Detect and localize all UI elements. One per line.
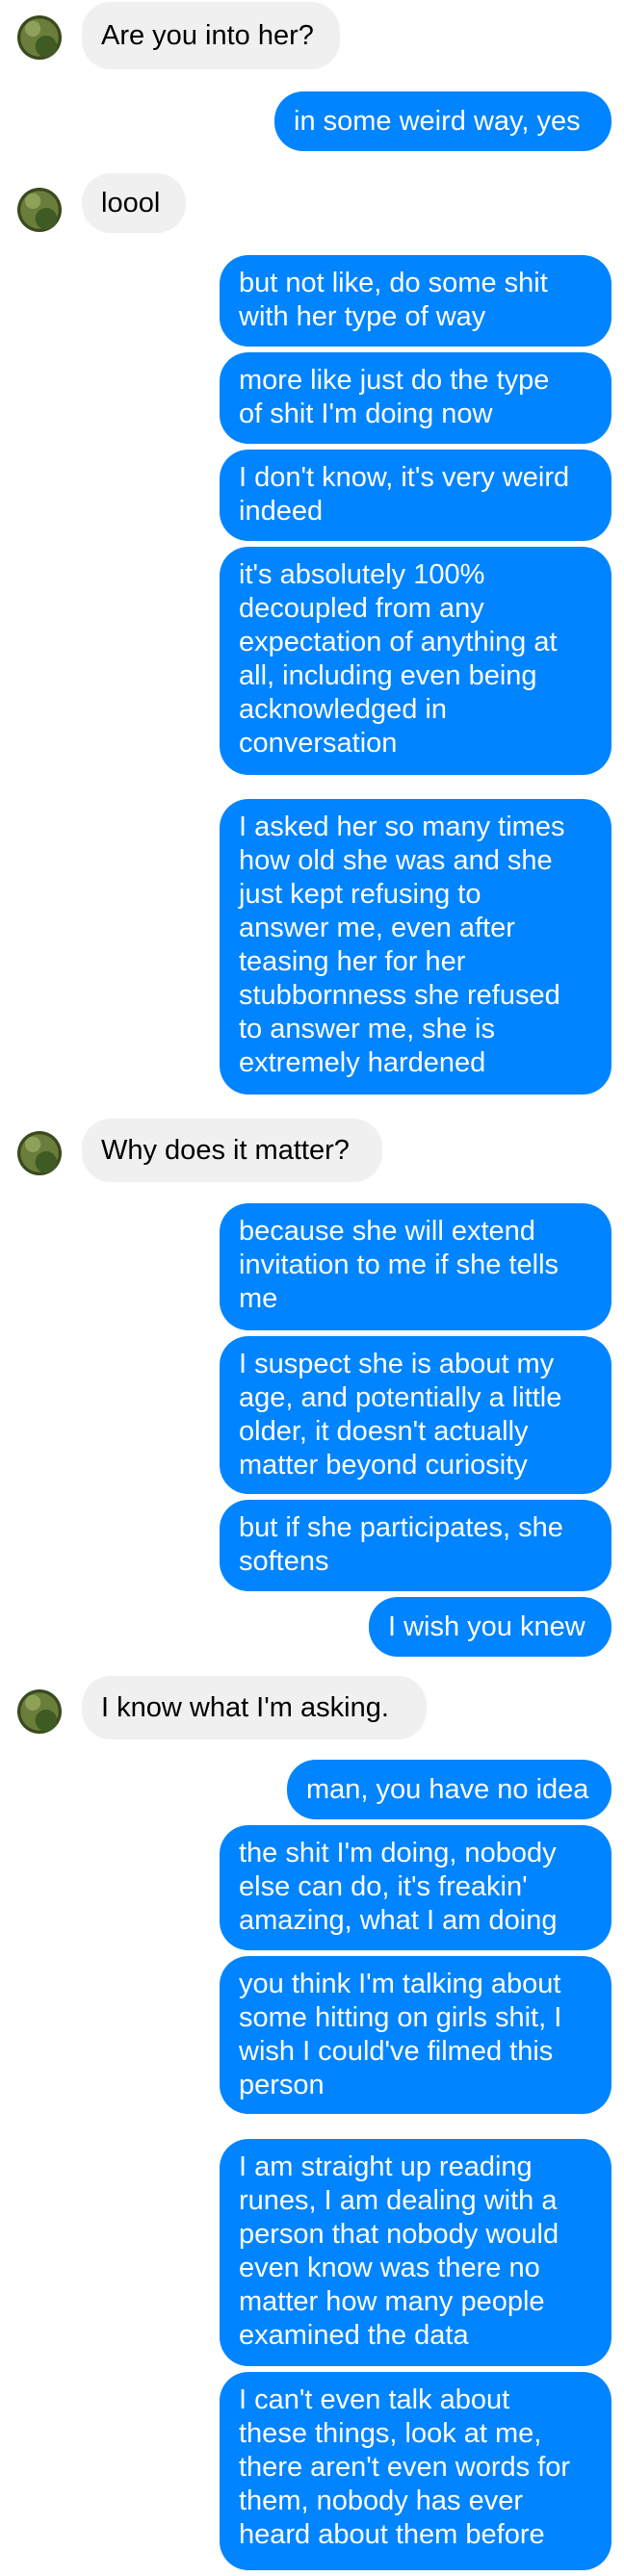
- avatar[interactable]: [17, 15, 62, 60]
- sent-message-bubble[interactable]: the shit I'm doing, nobody else can do, …: [220, 1825, 611, 1950]
- sent-message-bubble[interactable]: but if she participates, she softens: [220, 1500, 611, 1591]
- received-message-bubble[interactable]: Are you into her?: [82, 2, 340, 69]
- sent-message-bubble[interactable]: in some weird way, yes: [274, 91, 611, 151]
- sent-message-bubble[interactable]: I asked her so many times how old she wa…: [220, 799, 611, 1095]
- sent-message-bubble[interactable]: you think I'm talking about some hitting…: [220, 1956, 611, 2114]
- received-message-bubble[interactable]: I know what I'm asking.: [82, 1676, 427, 1739]
- avatar[interactable]: [17, 1689, 62, 1734]
- sent-message-bubble[interactable]: I am straight up reading runes, I am dea…: [220, 2139, 611, 2366]
- avatar[interactable]: [17, 1131, 62, 1175]
- sent-message-bubble[interactable]: I wish you knew: [369, 1597, 611, 1657]
- sent-message-bubble[interactable]: more like just do the type of shit I'm d…: [220, 352, 611, 444]
- received-message-bubble[interactable]: Why does it matter?: [82, 1119, 382, 1182]
- sent-message-bubble[interactable]: but not like, do some shit with her type…: [220, 255, 611, 347]
- sent-message-bubble[interactable]: because she will extend invitation to me…: [220, 1203, 611, 1330]
- received-message-bubble[interactable]: loool: [82, 173, 186, 233]
- avatar[interactable]: [17, 188, 62, 232]
- sent-message-bubble[interactable]: I don't know, it's very weird indeed: [220, 450, 611, 541]
- sent-message-bubble[interactable]: man, you have no idea: [287, 1760, 611, 1819]
- sent-message-bubble[interactable]: I can't even talk about these things, lo…: [220, 2372, 611, 2570]
- sent-message-bubble[interactable]: it's absolutely 100% decoupled from any …: [220, 547, 611, 775]
- sent-message-bubble[interactable]: I suspect she is about my age, and poten…: [220, 1336, 611, 1494]
